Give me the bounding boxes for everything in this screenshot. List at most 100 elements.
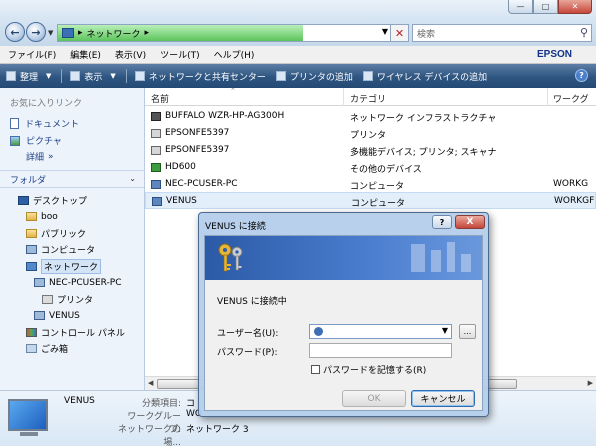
- address-dropdown-icon[interactable]: ▼: [382, 27, 388, 36]
- column-divider[interactable]: [547, 88, 548, 106]
- list-row[interactable]: NEC-PCUSER-PC コンピュータ WORKG: [145, 176, 596, 193]
- menu-tools[interactable]: ツール(T): [160, 48, 200, 61]
- item-name: HD600: [165, 162, 196, 172]
- views-label: 表示: [84, 72, 103, 83]
- add-wireless-label: ワイヤレス デバイスの追加: [376, 72, 488, 83]
- favorite-link-pictures[interactable]: ピクチャ: [0, 132, 144, 149]
- browse-button[interactable]: ...: [459, 324, 476, 339]
- column-header-name[interactable]: 名前: [151, 92, 169, 105]
- epson-logo: EPSON: [536, 49, 572, 60]
- list-row[interactable]: EPSONFE5397 多機能デバイス; プリンタ; スキャナ: [145, 142, 596, 159]
- folders-header[interactable]: フォルダ ⌄: [0, 170, 144, 188]
- tree-item-boo[interactable]: boo: [0, 209, 144, 226]
- address-bar[interactable]: ▸ ネットワーク ▸ ▼ ✕: [57, 24, 409, 42]
- item-name: EPSONFE5397: [165, 145, 230, 155]
- menu-view[interactable]: 表示(V): [115, 48, 146, 61]
- chevron-down-icon[interactable]: ▼: [442, 326, 448, 335]
- tree-item-recycle-bin[interactable]: ごみ箱: [0, 341, 144, 358]
- chevron-right-icon: ▸: [78, 28, 83, 38]
- search-icon[interactable]: ⚲: [580, 26, 588, 39]
- remember-password-checkbox[interactable]: パスワードを記憶する(R): [311, 363, 426, 376]
- folders-label: フォルダ: [10, 175, 47, 186]
- chevron-right-icon[interactable]: ▸: [145, 28, 150, 38]
- connect-dialog: VENUS に接続 ? X VENUS に接続中 ユーザー名(U): ▼ ...…: [198, 212, 489, 417]
- tree-item-printer[interactable]: プリンタ: [0, 291, 144, 308]
- more-label: 詳細: [26, 153, 45, 163]
- list-row[interactable]: HD600 その他のデバイス: [145, 159, 596, 176]
- tree-item-label: コンピュータ: [41, 246, 96, 257]
- username-combobox[interactable]: ▼: [309, 324, 452, 339]
- tree-item-nec-pcuser-pc[interactable]: NEC-PCUSER-PC: [0, 275, 144, 292]
- list-row-selected[interactable]: VENUS コンピュータ WORKGF: [145, 192, 596, 209]
- item-category: コンピュータ: [351, 199, 406, 209]
- column-header-workgroup[interactable]: ワークグ: [553, 92, 589, 105]
- search-input[interactable]: 検索 ⚲: [412, 24, 592, 42]
- tree-item-public[interactable]: パブリック: [0, 225, 144, 242]
- checkbox-box[interactable]: [311, 365, 320, 374]
- column-divider[interactable]: [343, 88, 344, 106]
- details-category-value: コ: [186, 399, 196, 409]
- network-icon: [26, 261, 37, 271]
- column-header-category[interactable]: カテゴリ: [350, 92, 386, 105]
- network-center-label: ネットワークと共有センター: [148, 72, 266, 83]
- tree-item-venus[interactable]: VENUS: [0, 308, 144, 325]
- more-links[interactable]: 詳細 »: [0, 149, 144, 164]
- favorite-link-documents[interactable]: ドキュメント: [0, 115, 144, 132]
- recent-pages-dropdown[interactable]: ▼: [48, 29, 53, 37]
- dialog-title: VENUS に接続: [205, 222, 266, 232]
- tree-item-desktop[interactable]: デスクトップ: [0, 192, 144, 209]
- views-button[interactable]: 表示 ▼: [70, 70, 116, 83]
- add-wireless-device-button[interactable]: ワイヤレス デバイスの追加: [362, 70, 488, 83]
- scroll-right-icon[interactable]: ▶: [588, 379, 593, 387]
- password-field[interactable]: [309, 343, 452, 358]
- double-chevron-right-icon: »: [48, 151, 54, 162]
- cancel-button[interactable]: キャンセル: [411, 390, 475, 407]
- stop-button[interactable]: ✕: [390, 25, 408, 41]
- search-placeholder: 検索: [417, 29, 436, 40]
- forward-button[interactable]: →: [26, 22, 46, 42]
- network-center-button[interactable]: ネットワークと共有センター: [134, 70, 266, 83]
- tree-item-label: ごみ箱: [41, 345, 69, 356]
- printer-icon: [151, 128, 161, 138]
- keys-icon: [218, 243, 243, 272]
- details-network-label: ネットワークの場...: [117, 425, 181, 446]
- document-icon: [10, 118, 19, 129]
- views-icon: [70, 71, 81, 81]
- network-center-icon: [134, 71, 145, 81]
- menu-edit[interactable]: 編集(E): [70, 48, 101, 61]
- username-label: ユーザー名(U):: [217, 329, 279, 339]
- navigation-pane: お気に入りリンク ドキュメント ピクチャ 詳細 » フォルダ ⌄ デスクトップ …: [0, 88, 145, 390]
- scroll-left-icon[interactable]: ◀: [148, 379, 153, 387]
- organize-button[interactable]: 整理 ▼: [6, 70, 51, 83]
- computer-icon: [151, 179, 161, 189]
- tree-item-label: NEC-PCUSER-PC: [49, 277, 122, 288]
- tree-item-network[interactable]: ネットワーク: [0, 258, 144, 275]
- remember-password-label: パスワードを記憶する(R): [323, 366, 427, 376]
- picture-icon: [10, 135, 20, 146]
- menu-help[interactable]: ヘルプ(H): [214, 48, 255, 61]
- maximize-button[interactable]: □: [533, 0, 558, 14]
- chevron-down-icon: ⌄: [129, 174, 136, 183]
- control-panel-icon: [26, 327, 37, 337]
- dialog-help-button[interactable]: ?: [432, 215, 452, 229]
- menu-file[interactable]: ファイル(F): [8, 48, 56, 61]
- minimize-button[interactable]: —: [508, 0, 533, 14]
- recycle-bin-icon: [26, 344, 37, 354]
- monitor-stand: [20, 432, 38, 436]
- back-button[interactable]: ←: [5, 22, 25, 42]
- arrow-right-icon: →: [31, 25, 41, 39]
- list-row[interactable]: BUFFALO WZR-HP-AG300H ネットワーク インフラストラクチャ: [145, 108, 596, 125]
- tree-item-control-panel[interactable]: コントロール パネル: [0, 324, 144, 341]
- list-row[interactable]: EPSONFE5397 プリンタ: [145, 125, 596, 142]
- dialog-close-button[interactable]: X: [455, 215, 485, 229]
- arrow-left-icon: ←: [10, 25, 20, 39]
- close-button[interactable]: ✕: [558, 0, 592, 14]
- details-network-value: ネットワーク 3: [186, 425, 249, 435]
- add-printer-button[interactable]: プリンタの追加: [275, 70, 353, 83]
- address-location[interactable]: ネットワーク: [87, 27, 141, 40]
- user-icon: [314, 327, 323, 336]
- title-bar: — □ ✕ ← → ▼ ▸ ネットワーク ▸ ▼ ✕ 検索 ⚲: [0, 0, 596, 46]
- tree-item-computer[interactable]: コンピュータ: [0, 242, 144, 259]
- ok-button[interactable]: OK: [342, 390, 406, 407]
- help-icon[interactable]: ?: [575, 69, 588, 82]
